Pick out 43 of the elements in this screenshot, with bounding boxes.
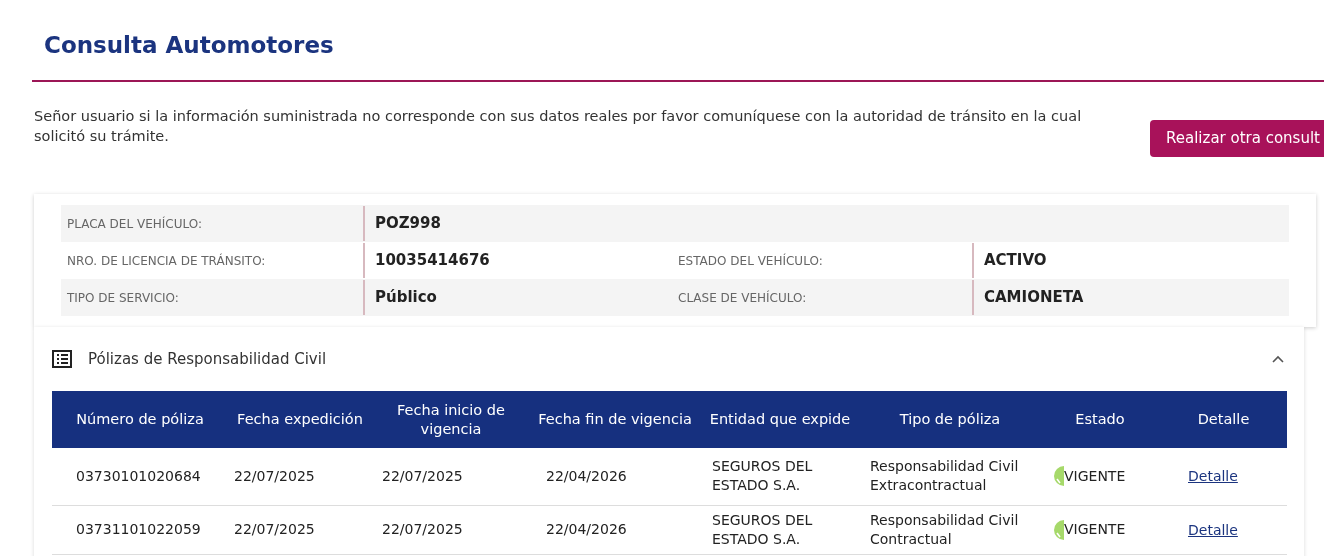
column-header: Entidad que expide [700, 391, 860, 448]
new-query-button[interactable]: Realizar otra consult [1150, 120, 1324, 157]
field-value: Público [374, 287, 438, 309]
panel-title: Pólizas de Responsabilidad Civil [88, 348, 327, 370]
chevron-up-icon[interactable] [1272, 355, 1284, 363]
column-header: Detalle [1160, 391, 1287, 448]
status-icon [1052, 466, 1064, 487]
policies-header[interactable]: Pólizas de Responsabilidad Civil [52, 327, 1286, 391]
detail-link[interactable]: Detalle [1188, 468, 1238, 485]
table-cell: Responsabilidad Civil Contractual [860, 505, 1040, 554]
field-label: PLACA DEL VEHÍCULO: [66, 215, 203, 233]
table-cell: Responsabilidad Civil Extracontractual [860, 448, 1040, 505]
table-cell: 22/07/2025 [372, 505, 530, 554]
table-cell: 22/04/2026 [530, 448, 700, 505]
field-label: TIPO DE SERVICIO: [66, 289, 180, 307]
table-cell: SEGUROS DEL ESTADO S.A. [700, 448, 860, 505]
detail-link[interactable]: Detalle [1188, 521, 1238, 538]
column-header: Tipo de póliza [860, 391, 1040, 448]
field-label: NRO. DE LICENCIA DE TRÁNSITO: [66, 252, 267, 270]
field-value: POZ998 [374, 213, 442, 235]
field-value: ACTIVO [983, 250, 1047, 272]
status-text: VIGENTE [1064, 520, 1126, 539]
column-header: Fecha expedición [228, 391, 372, 448]
column-header: Número de póliza [52, 391, 228, 448]
field-label: CLASE DE VEHÍCULO: [677, 289, 808, 307]
page-title: Consulta Automotores [44, 31, 334, 60]
table-cell: 22/07/2025 [228, 448, 372, 505]
field-value: CAMIONETA [983, 287, 1084, 309]
table-cell: 03731101022059 [52, 505, 228, 554]
column-header: Fecha fin de vigencia [530, 391, 700, 448]
status-icon [1052, 519, 1064, 540]
list-icon [52, 350, 72, 368]
table-cell: 22/07/2025 [228, 505, 372, 554]
table-cell: 22/04/2026 [530, 505, 700, 554]
column-header: Estado [1040, 391, 1160, 448]
notice-text: Señor usuario si la información suministrada no corresponde con sus datos reales por favor comuníquese con la autoridad de tránsito en la cual solicitó su trámite. [34, 107, 1083, 146]
table-cell: 22/07/2025 [372, 448, 530, 505]
field-value: 10035414676 [374, 250, 491, 272]
table-cell: SEGUROS DEL ESTADO S.A. [700, 505, 860, 554]
column-header: Fecha inicio de vigencia [372, 391, 530, 448]
field-label: ESTADO DEL VEHÍCULO: [677, 252, 824, 270]
table-cell: 03730101020684 [52, 448, 228, 505]
status-text: VIGENTE [1064, 466, 1126, 486]
